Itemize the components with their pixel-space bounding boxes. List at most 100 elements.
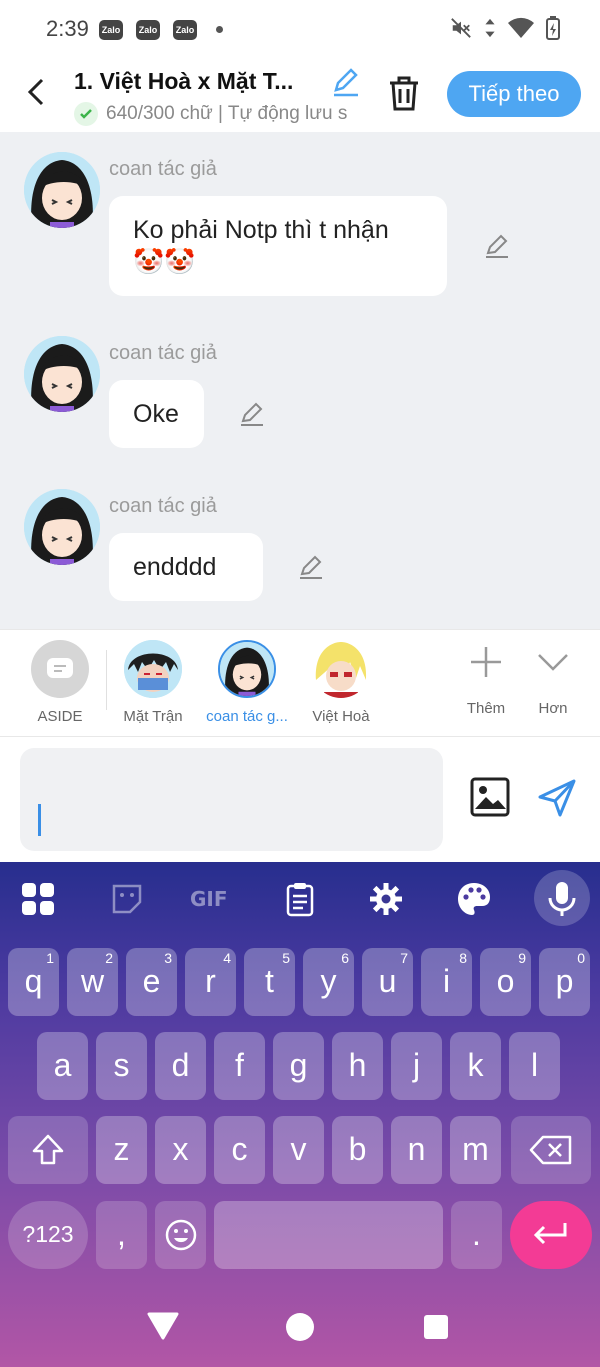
key-hint: 1 xyxy=(46,950,54,966)
send-icon[interactable] xyxy=(536,777,578,819)
key-label: u xyxy=(378,963,397,999)
key-s[interactable]: s xyxy=(96,1032,147,1100)
plus-icon xyxy=(471,647,501,677)
battery-icon xyxy=(546,16,560,40)
keyboard: GIF q1 w2 e3 r4 t5 y6 u7 i8 o9 p 0 a s d… xyxy=(0,862,600,1367)
key-w[interactable]: w2 xyxy=(67,948,118,1016)
gear-icon[interactable] xyxy=(367,880,405,918)
key-n[interactable]: n xyxy=(391,1116,442,1184)
key-q[interactable]: q1 xyxy=(8,948,59,1016)
shift-key[interactable] xyxy=(8,1116,88,1184)
avatar xyxy=(24,152,100,228)
key-hint: 9 xyxy=(518,950,526,966)
message-composer xyxy=(0,737,600,862)
text-caret xyxy=(38,804,41,836)
backspace-key[interactable] xyxy=(511,1116,591,1184)
key-p[interactable]: p0 xyxy=(539,948,590,1016)
key-c[interactable]: c xyxy=(214,1116,265,1184)
edit-message-pencil-icon[interactable] xyxy=(483,232,511,260)
key-hint: 8 xyxy=(459,950,467,966)
trash-icon[interactable] xyxy=(386,74,422,112)
comma-key[interactable]: , xyxy=(96,1201,147,1269)
edit-message-pencil-icon[interactable] xyxy=(297,553,325,581)
key-hint: 3 xyxy=(164,950,172,966)
key-o[interactable]: o9 xyxy=(480,948,531,1016)
more-characters-button[interactable]: Hơn xyxy=(508,640,598,717)
key-t[interactable]: t5 xyxy=(244,948,295,1016)
edit-title-pencil-icon[interactable] xyxy=(330,66,362,98)
message-input[interactable] xyxy=(20,748,443,851)
system-nav-bar xyxy=(0,1290,600,1367)
story-title: 1. Việt Hoà x Mặt T... xyxy=(74,68,294,94)
sticker-icon[interactable] xyxy=(108,880,146,918)
character-aside[interactable]: ASIDE xyxy=(15,640,105,725)
key-g[interactable]: g xyxy=(273,1032,324,1100)
divider xyxy=(106,650,107,710)
nav-home-icon[interactable] xyxy=(285,1312,315,1342)
nav-back-icon[interactable] xyxy=(147,1312,179,1340)
key-r[interactable]: r4 xyxy=(185,948,236,1016)
key-z[interactable]: z xyxy=(96,1116,147,1184)
top-bar: 1. Việt Hoà x Mặt T... 640/300 chữ | Tự … xyxy=(0,58,600,132)
gif-button[interactable]: GIF xyxy=(190,880,240,918)
emoji-key[interactable] xyxy=(155,1201,206,1269)
key-x[interactable]: x xyxy=(155,1116,206,1184)
key-f[interactable]: f xyxy=(214,1032,265,1100)
avatar xyxy=(124,640,182,698)
key-k[interactable]: k xyxy=(450,1032,501,1100)
shift-icon xyxy=(32,1134,64,1165)
key-v[interactable]: v xyxy=(273,1116,324,1184)
key-hint: 4 xyxy=(223,950,231,966)
key-l[interactable]: l xyxy=(509,1032,560,1100)
message-bubble[interactable]: endddd xyxy=(109,533,263,601)
chevron-down-icon xyxy=(538,654,568,671)
key-b[interactable]: b xyxy=(332,1116,383,1184)
back-button[interactable] xyxy=(20,72,54,112)
zalo-notification-icon: Zalo xyxy=(136,20,160,40)
key-e[interactable]: e3 xyxy=(126,948,177,1016)
edit-message-pencil-icon[interactable] xyxy=(238,400,266,428)
enter-key[interactable] xyxy=(510,1201,592,1269)
key-m[interactable]: m xyxy=(450,1116,501,1184)
avatar xyxy=(312,640,370,698)
key-label: p xyxy=(555,963,574,999)
microphone-button[interactable] xyxy=(534,870,590,926)
message-bubble[interactable]: Ko phải Notp thì t nhận 🤡🤡 xyxy=(109,196,447,296)
character-label: ASIDE xyxy=(37,708,83,725)
key-u[interactable]: u7 xyxy=(362,948,413,1016)
zalo-notification-icon: Zalo xyxy=(99,20,123,40)
clipboard-icon[interactable] xyxy=(281,880,319,918)
next-button[interactable]: Tiếp theo xyxy=(447,71,581,117)
key-i[interactable]: i8 xyxy=(421,948,472,1016)
key-j[interactable]: j xyxy=(391,1032,442,1100)
symbols-key[interactable]: ?123 xyxy=(8,1201,88,1269)
apps-grid-icon[interactable] xyxy=(19,880,57,918)
character-coan-tac-gia[interactable]: coan tác g... xyxy=(202,640,292,725)
key-h[interactable]: h xyxy=(332,1032,383,1100)
key-label: q xyxy=(24,963,43,999)
character-viet-hoa[interactable]: Việt Hoà xyxy=(296,640,386,725)
nav-recents-icon[interactable] xyxy=(422,1313,450,1341)
message-bubble[interactable]: Oke xyxy=(109,380,204,448)
sender-name: coan tác giả xyxy=(109,342,217,364)
palette-icon[interactable] xyxy=(455,880,493,918)
chat-area[interactable]: coan tác giả Ko phải Notp thì t nhận 🤡🤡 … xyxy=(0,132,600,629)
mute-icon xyxy=(451,18,471,38)
aside-icon xyxy=(31,640,89,698)
story-meta: 640/300 chữ | Tự động lưu s xyxy=(74,102,360,126)
character-mat-tran[interactable]: Mặt Trận xyxy=(108,640,198,725)
wifi-icon xyxy=(508,17,534,38)
zalo-notification-icon: Zalo xyxy=(173,20,197,40)
key-d[interactable]: d xyxy=(155,1032,206,1100)
key-a[interactable]: a xyxy=(37,1032,88,1100)
microphone-icon xyxy=(548,882,576,916)
period-key[interactable]: . xyxy=(451,1201,502,1269)
image-icon[interactable] xyxy=(470,777,510,817)
word-count-autosave: 640/300 chữ | Tự động lưu s xyxy=(106,103,348,124)
space-key[interactable] xyxy=(214,1201,443,1269)
key-hint: 0 xyxy=(577,950,585,966)
avatar xyxy=(218,640,276,698)
key-y[interactable]: y6 xyxy=(303,948,354,1016)
character-label: coan tác g... xyxy=(206,708,288,725)
character-label: Hơn xyxy=(538,700,568,717)
